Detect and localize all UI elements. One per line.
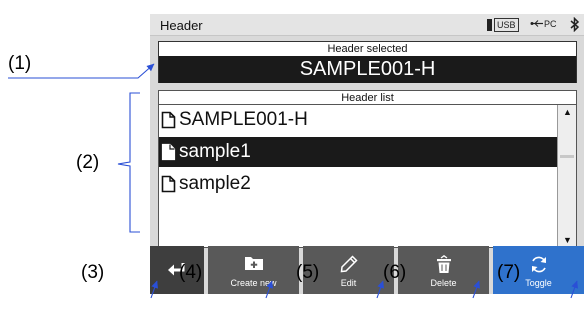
leader-1 [8, 63, 155, 79]
leader-7 [570, 280, 578, 299]
leader-5 [376, 280, 384, 299]
callout-leader-lines [8, 63, 578, 299]
leader-6 [472, 280, 480, 299]
leader-4 [265, 280, 273, 299]
leader-2-bracket [117, 92, 140, 233]
leader-3 [150, 280, 158, 299]
